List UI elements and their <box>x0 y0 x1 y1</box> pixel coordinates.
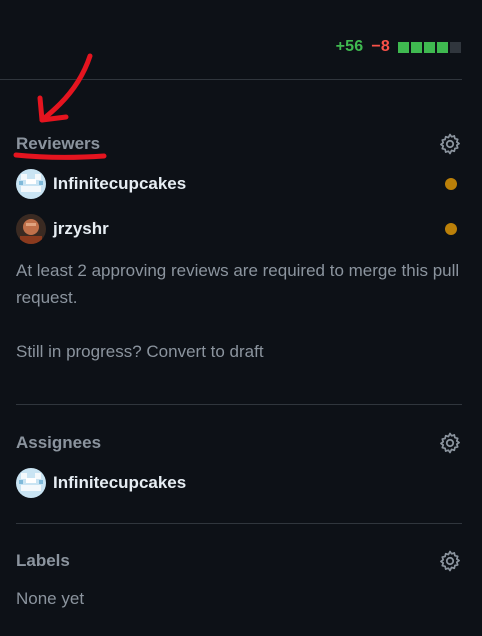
reviewer-item[interactable]: jrzyshr <box>16 213 462 245</box>
reviewer-name[interactable]: Infinitecupcakes <box>53 174 186 194</box>
reviewer-item[interactable]: Infinitecupcakes <box>16 168 462 200</box>
assignee-name[interactable]: Infinitecupcakes <box>53 473 186 493</box>
reviewer-name[interactable]: jrzyshr <box>53 219 109 239</box>
gear-icon[interactable] <box>438 549 462 573</box>
labels-header: Labels <box>16 549 462 573</box>
diffstat-block <box>450 41 461 53</box>
reviewers-header: Reviewers <box>16 132 462 156</box>
assignees-section: Assignees Infinitecupcakes <box>16 431 462 499</box>
convert-to-draft-link[interactable]: Convert to draft <box>146 342 263 361</box>
avatar <box>16 468 46 498</box>
labels-title: Labels <box>16 551 70 570</box>
avatar <box>16 169 46 199</box>
assignees-header: Assignees <box>16 431 462 455</box>
reviewers-title: Reviewers <box>16 134 101 153</box>
assignee-item[interactable]: Infinitecupcakes <box>16 467 462 499</box>
diffstat: +56 −8 <box>336 38 461 56</box>
assignees-title: Assignees <box>16 433 102 452</box>
labels-empty-text: None yet <box>16 589 85 608</box>
reviewers-section: Reviewers Infinitecupcakes jrzyshr At le… <box>16 132 462 365</box>
additions-count: +56 <box>335 38 364 55</box>
diffstat-block <box>411 41 422 53</box>
deletions-count: −8 <box>371 38 390 55</box>
gear-icon[interactable] <box>438 431 462 455</box>
gear-icon[interactable] <box>438 132 462 156</box>
review-pending-dot <box>445 223 457 235</box>
diffstat-block <box>398 41 409 53</box>
diffstat-block <box>437 41 448 53</box>
draft-hint-text: Still in progress? <box>16 342 142 361</box>
draft-hint: Still in progress? Convert to draft <box>16 338 462 365</box>
pr-sidebar: +56 −8 Reviewers Infinitecupcakes jrzysh… <box>0 0 482 636</box>
divider <box>0 79 462 80</box>
divider <box>16 404 462 405</box>
review-requirement-note: At least 2 approving reviews are require… <box>16 261 460 307</box>
review-pending-dot <box>445 178 457 190</box>
labels-section: Labels None yet <box>16 549 462 612</box>
divider <box>16 523 462 524</box>
avatar <box>16 214 46 244</box>
diffstat-block <box>424 41 435 53</box>
diffstat-blocks <box>398 41 461 53</box>
